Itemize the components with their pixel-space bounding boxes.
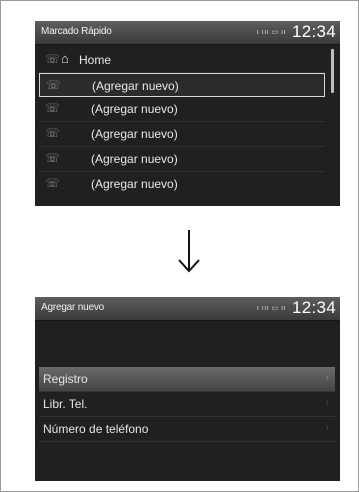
list-item-label: (Agregar nuevo) bbox=[91, 127, 178, 141]
phone-icon: ☏ bbox=[45, 151, 61, 165]
clock: 12:34 bbox=[291, 298, 336, 317]
screen-title: Marcado Rápido bbox=[41, 26, 112, 37]
list-item[interactable]: ☏ (Agregar nuevo) bbox=[39, 73, 325, 97]
option-label: Número de teléfono bbox=[43, 422, 149, 436]
status-bar: Marcado Rápido ı ııı ▭ ıı 12:34 bbox=[35, 21, 340, 45]
list-item[interactable]: ☏ (Agregar nuevo) bbox=[39, 147, 325, 172]
figure-frame: Marcado Rápido ı ııı ▭ ıı 12:34 ☏ ⌂ Home… bbox=[0, 0, 359, 492]
option-label: Libr. Tel. bbox=[43, 397, 88, 411]
phone-icon: ☏ bbox=[45, 52, 61, 66]
phone-icon: ☏ bbox=[46, 78, 62, 92]
add-new-options: Registro › Libr. Tel. › Número de teléfo… bbox=[39, 367, 335, 442]
option-phone-number[interactable]: Número de teléfono › bbox=[39, 417, 335, 442]
speed-dial-list: ☏ ⌂ Home ☏ (Agregar nuevo) ☏ (Agregar nu… bbox=[39, 48, 325, 196]
speed-dial-screen: Marcado Rápido ı ııı ▭ ıı 12:34 ☏ ⌂ Home… bbox=[35, 21, 340, 206]
chevron-right-icon: › bbox=[325, 397, 329, 408]
phone-icon: ☏ bbox=[45, 176, 61, 190]
list-item-home[interactable]: ☏ ⌂ Home bbox=[39, 48, 325, 73]
home-icon: ⌂ bbox=[61, 51, 69, 66]
list-item-label: (Agregar nuevo) bbox=[91, 102, 178, 116]
screen-title: Agregar nuevo bbox=[41, 302, 105, 313]
option-label: Registro bbox=[43, 372, 88, 386]
scrollbar[interactable] bbox=[331, 49, 334, 93]
phone-icon: ☏ bbox=[45, 126, 61, 140]
list-item-label: (Agregar nuevo) bbox=[91, 152, 178, 166]
list-item-label: Home bbox=[79, 53, 112, 67]
signal-battery-icon: ı ııı ▭ ıı bbox=[256, 305, 286, 312]
list-item-label: (Agregar nuevo) bbox=[91, 177, 178, 191]
status-bar: Agregar nuevo ı ııı ▭ ıı 12:34 bbox=[35, 297, 340, 321]
list-item[interactable]: ☏ (Agregar nuevo) bbox=[39, 122, 325, 147]
arrow-down-icon bbox=[178, 230, 200, 273]
phone-icon: ☏ bbox=[45, 101, 61, 115]
signal-battery-icon: ı ııı ▭ ıı bbox=[256, 29, 286, 36]
chevron-right-icon: › bbox=[325, 372, 329, 383]
option-registro[interactable]: Registro › bbox=[39, 367, 335, 392]
chevron-right-icon: › bbox=[325, 422, 329, 433]
add-new-screen: Agregar nuevo ı ııı ▭ ıı 12:34 Registro … bbox=[35, 297, 340, 481]
option-phonebook[interactable]: Libr. Tel. › bbox=[39, 392, 335, 417]
clock: 12:34 bbox=[291, 22, 336, 41]
list-item[interactable]: ☏ (Agregar nuevo) bbox=[39, 172, 325, 196]
list-item-label: (Agregar nuevo) bbox=[92, 79, 179, 93]
list-item[interactable]: ☏ (Agregar nuevo) bbox=[39, 97, 325, 122]
